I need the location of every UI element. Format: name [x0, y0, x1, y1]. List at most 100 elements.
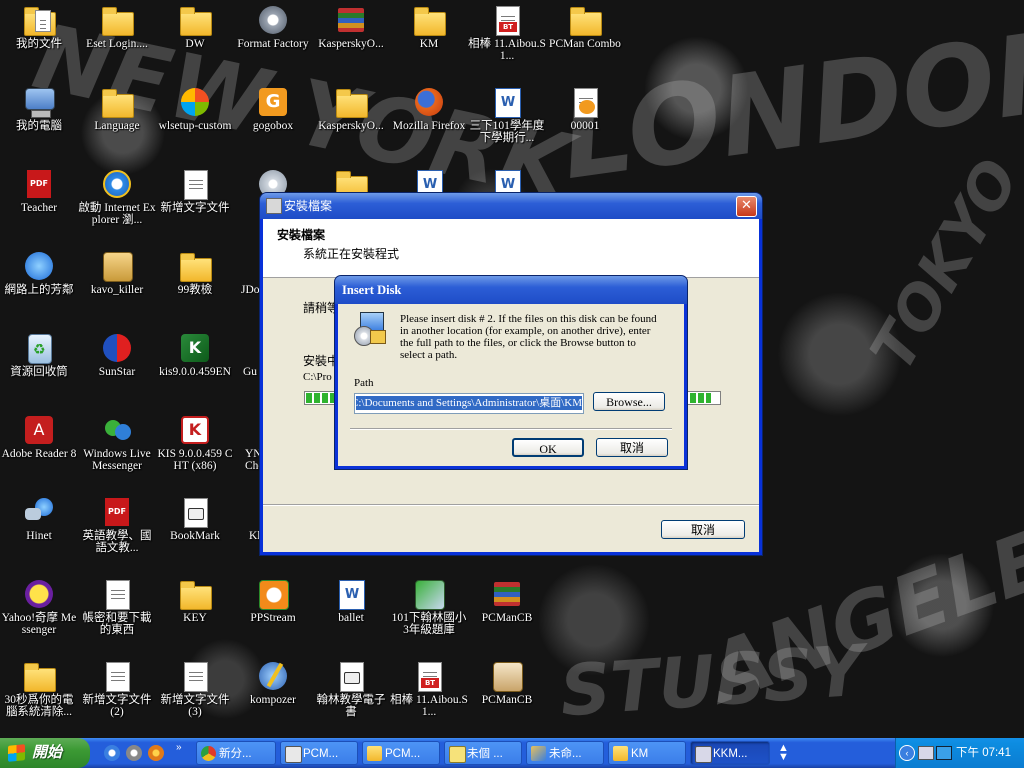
desktop-icon-kis-en[interactable]: K kis9.0.0.459EN: [156, 332, 234, 378]
folder-icon: [101, 86, 134, 118]
hinet-icon: [23, 496, 55, 528]
desktop-icon-eset-login[interactable]: Eset Login....: [78, 4, 156, 50]
desktop-icon-dw[interactable]: DW: [156, 4, 234, 50]
folder-icon: [101, 4, 134, 36]
folder-icon: [179, 578, 212, 610]
taskbar-button[interactable]: KM: [608, 741, 686, 765]
installer-icon: [695, 746, 712, 763]
desktop-icon-yahoo-messenger[interactable]: Yahoo!奇摩 Messenger: [0, 578, 78, 636]
divider: [263, 504, 759, 506]
taskbar-button[interactable]: PCM...: [280, 741, 358, 765]
pdf-icon: PDF: [23, 168, 55, 200]
insert-disk-titlebar[interactable]: Insert Disk: [335, 276, 687, 304]
desktop-icon-kavo-killer[interactable]: kavo_killer: [78, 250, 156, 296]
folder-icon: [179, 4, 212, 36]
desktop-icon-kompozer[interactable]: kompozer: [234, 660, 312, 706]
desktop-icon-teacher[interactable]: PDF Teacher: [0, 168, 78, 214]
path-input[interactable]: C:\Documents and Settings\Administrator\…: [354, 393, 584, 414]
gogobox-icon: G: [257, 86, 289, 118]
desktop-icon-network-places[interactable]: 網路上的芳鄰: [0, 250, 78, 296]
setup-icon: [491, 660, 523, 692]
disk-installer-icon: [354, 312, 388, 346]
desktop-icon-school-doc[interactable]: W 三下101學年度下學期行...: [468, 86, 546, 144]
path-input-value: C:\Documents and Settings\Administrator\…: [356, 396, 582, 410]
desktop-icon-firefox[interactable]: Mozilla Firefox: [390, 86, 468, 132]
desktop-icon-english-teaching[interactable]: PDF 英語教學、國語文教...: [78, 496, 156, 554]
start-button[interactable]: 開始: [0, 738, 90, 768]
desktop-icon-99[interactable]: 99教檢: [156, 250, 234, 296]
desktop-icon-key[interactable]: KEY: [156, 578, 234, 624]
bt-torrent-icon: BT: [413, 660, 445, 692]
desktop-icon-new-text[interactable]: 新增文字文件: [156, 168, 234, 214]
desktop-icon-pcman-combo[interactable]: PCMan Combo: [546, 4, 624, 50]
text-document-icon: [179, 660, 211, 692]
bmp-file-icon: [569, 86, 601, 118]
desktop-icon-km[interactable]: KM: [390, 4, 468, 50]
desktop-icon-internet-explorer[interactable]: 啟動 Internet Explorer 瀏...: [78, 168, 156, 226]
taskbar-button[interactable]: 未個 ...: [444, 741, 522, 765]
desktop-icon-hanlin-question-bank[interactable]: 101下翰林國小3年級題庫: [390, 578, 468, 636]
chevron-right-icon[interactable]: »: [176, 742, 182, 753]
taskbar-button[interactable]: PCM...: [362, 741, 440, 765]
close-icon[interactable]: ✕: [736, 196, 757, 217]
quick-launch-icon[interactable]: [148, 745, 164, 761]
desktop-icon-gogobox[interactable]: G gogobox: [234, 86, 312, 132]
desktop-icon-live-messenger[interactable]: Windows Live Messenger: [78, 414, 156, 472]
bookmark-file-icon: [335, 660, 367, 692]
desktop-icon-recycle-bin[interactable]: ♻ 資源回收筒: [0, 332, 78, 378]
partial-icon-label: JDo: [241, 284, 260, 296]
desktop-icon-kaspersky-o-rar[interactable]: KasperskyO...: [312, 4, 390, 50]
desktop-icon-aibou-torrent[interactable]: BT 相棒 11.Aibou.S1...: [468, 4, 546, 62]
desktop-icon-aibou-torrent-2[interactable]: BT 相棒 11.Aibou.S1...: [390, 660, 468, 718]
desktop-icon-sunstar[interactable]: SunStar: [78, 332, 156, 378]
desktop-icon-kis-cht[interactable]: K KIS 9.0.0.459 CHT (x86): [156, 414, 234, 472]
volume-tray-icon[interactable]: [936, 746, 952, 760]
desktop-icon-my-documents[interactable]: 我的文件: [0, 4, 78, 50]
cancel-button[interactable]: 取消: [596, 438, 668, 457]
ok-button[interactable]: OK: [512, 438, 584, 457]
desktop-icon-new-text-3[interactable]: 新增文字文件 (3): [156, 660, 234, 718]
media-player-icon[interactable]: [126, 745, 142, 761]
divider: [350, 428, 672, 430]
clock[interactable]: 下午 07:41: [956, 738, 1011, 768]
desktop-icon-kaspersky-o-folder[interactable]: KasperskyO...: [312, 86, 390, 132]
desktop-icon-bookmark[interactable]: BookMark: [156, 496, 234, 542]
desktop-icon-language[interactable]: Language: [78, 86, 156, 132]
insert-disk-dialog: Insert Disk Please insert disk # 2. If t…: [335, 276, 687, 469]
bt-torrent-icon: BT: [491, 4, 523, 36]
network-tray-icon[interactable]: [918, 746, 934, 760]
taskbar-button[interactable]: 新分...: [196, 741, 276, 765]
install-cancel-button[interactable]: 取消: [661, 520, 745, 539]
desktop-icon-hinet[interactable]: Hinet: [0, 496, 78, 542]
desktop-icon-my-computer[interactable]: 我的電腦: [0, 86, 78, 132]
desktop-icon-format-factory[interactable]: Format Factory: [234, 4, 312, 50]
taskbar-button[interactable]: 未命...: [526, 741, 604, 765]
desktop-icon-pcmancb-rar[interactable]: PCManCB: [468, 578, 546, 624]
taskbar-button-active[interactable]: KKM...: [690, 741, 770, 765]
show-desktop-icon[interactable]: [104, 745, 120, 761]
chevron-left-icon[interactable]: ‹: [899, 745, 915, 761]
text-document-icon: [101, 578, 133, 610]
desktop-icon-adobe-reader[interactable]: A Adobe Reader 8: [0, 414, 78, 460]
text-document-icon: [101, 660, 133, 692]
desktop-icon-00001[interactable]: 00001: [546, 86, 624, 132]
desktop-icon-new-text-2[interactable]: 新增文字文件 (2): [78, 660, 156, 718]
messenger-icon: [101, 414, 133, 446]
sunstar-icon: [101, 332, 133, 364]
desktop-icon-ballet[interactable]: W ballet: [312, 578, 390, 624]
desktop-icon-accounts-downloads[interactable]: 帳密和要下載的東西: [78, 578, 156, 636]
desktop-icon-30sec-cleanup[interactable]: 30秒爲你的電腦系統清除...: [0, 660, 78, 718]
word-document-icon: W: [491, 86, 523, 118]
install-dialog-titlebar[interactable]: 安裝檔案 ✕: [260, 193, 762, 219]
desktop-icon-pcmancb-setup[interactable]: PCManCB: [468, 660, 546, 706]
browse-button[interactable]: Browse...: [593, 392, 665, 411]
windows-flag-icon: [8, 744, 25, 762]
install-wait-text: 請稍等: [303, 301, 340, 315]
desktop-icon-ppstream[interactable]: PPStream: [234, 578, 312, 624]
path-label: Path: [354, 377, 374, 389]
yahoo-messenger-icon: [23, 578, 55, 610]
taskbar-scroll-icon[interactable]: ▲ ▼: [778, 743, 789, 763]
desktop-icon-wlsetup[interactable]: wlsetup-custom: [156, 86, 234, 132]
desktop-icon-hanlin-ebook[interactable]: 翰林教學電子書: [312, 660, 390, 718]
install-heading: 安裝檔案: [277, 228, 326, 242]
